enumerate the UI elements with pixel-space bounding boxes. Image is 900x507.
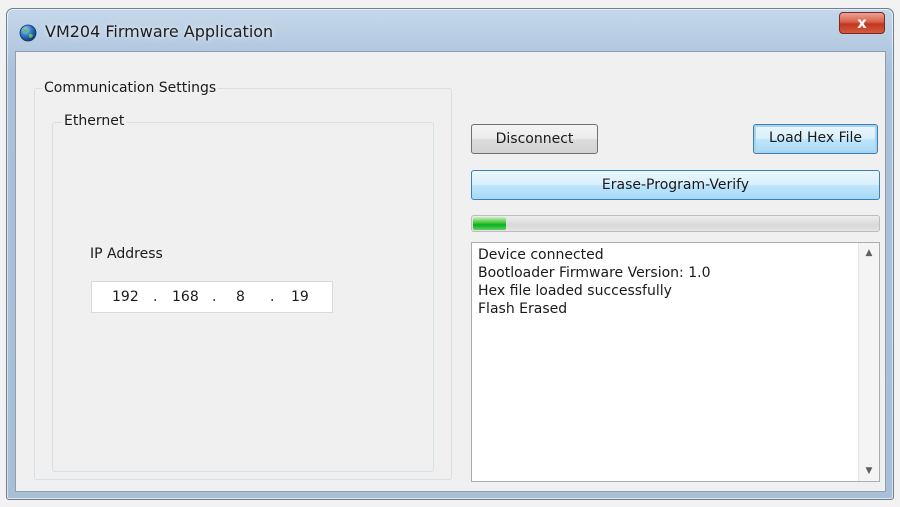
- ip-separator: .: [153, 289, 158, 305]
- ip-octet-3[interactable]: 8: [236, 289, 245, 305]
- erase-program-verify-button[interactable]: Erase-Program-Verify: [471, 170, 880, 200]
- scroll-up-arrow-icon[interactable]: ▲: [859, 248, 879, 258]
- ip-octet-4[interactable]: 19: [291, 289, 309, 305]
- title-bar[interactable]: VM204 Firmware Application x: [7, 9, 893, 51]
- communication-settings-label: Communication Settings: [42, 80, 219, 96]
- log-scrollbar[interactable]: ▲ ▼: [858, 243, 879, 481]
- ip-separator: .: [212, 289, 217, 305]
- log-line: Bootloader Firmware Version: 1.0: [478, 265, 711, 281]
- close-button[interactable]: x: [839, 12, 885, 34]
- window-title: VM204 Firmware Application: [45, 22, 274, 41]
- scroll-down-arrow-icon[interactable]: ▼: [859, 466, 879, 476]
- ip-octet-2[interactable]: 168: [172, 289, 199, 305]
- app-window: VM204 Firmware Application x Communicati…: [6, 8, 894, 500]
- load-hex-file-button[interactable]: Load Hex File: [753, 124, 878, 154]
- ip-separator: .: [270, 289, 275, 305]
- ip-octet-1[interactable]: 192: [112, 289, 139, 305]
- client-area: Communication Settings Ethernet IP Addre…: [15, 51, 886, 492]
- ip-address-label: IP Address: [90, 246, 163, 262]
- ethernet-label: Ethernet: [62, 113, 127, 129]
- log-line: Hex file loaded successfully: [478, 283, 672, 299]
- progress-bar: [471, 215, 880, 232]
- log-line: Flash Erased: [478, 301, 568, 317]
- status-log[interactable]: Device connected Bootloader Firmware Vers…: [471, 242, 880, 482]
- log-lines: Device connected Bootloader Firmware Vers…: [478, 246, 855, 318]
- globe-icon: [19, 24, 37, 42]
- log-line: Device connected: [478, 247, 604, 263]
- disconnect-button[interactable]: Disconnect: [471, 124, 598, 154]
- progress-fill: [473, 217, 506, 230]
- ip-address-input[interactable]: 192 . 168 . 8 . 19: [91, 281, 333, 313]
